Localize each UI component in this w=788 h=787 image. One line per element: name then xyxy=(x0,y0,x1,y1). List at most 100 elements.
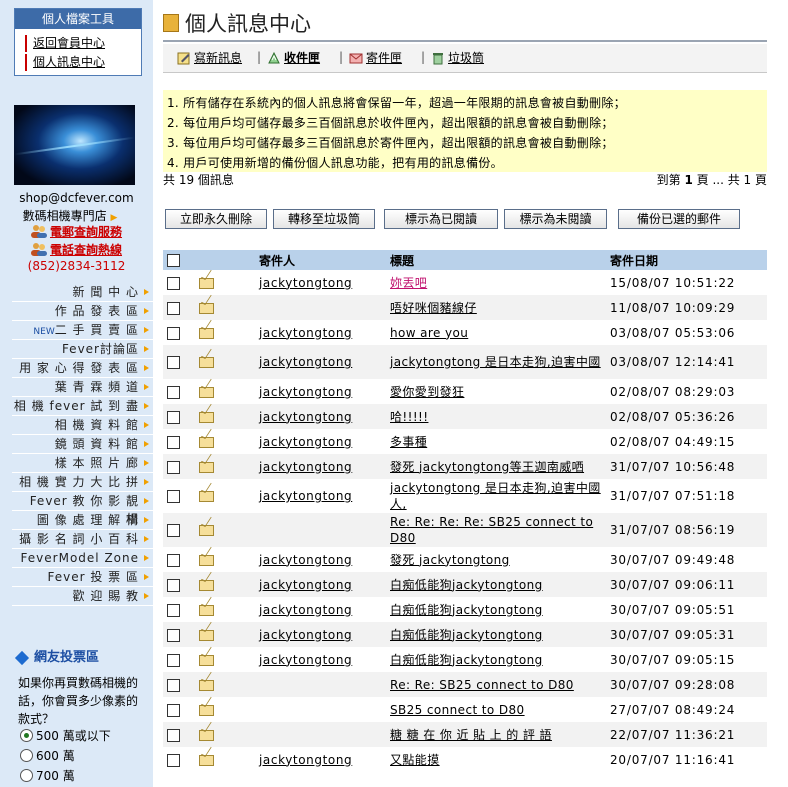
sidebar-item-user-reviews[interactable]: 用 家 心 得 發 表 區 xyxy=(12,359,153,378)
table-row[interactable]: jackytongtong 白痴低能狗jackytongtong 30/07/07 … xyxy=(163,572,767,597)
column-header-subject[interactable]: 標題 xyxy=(390,250,610,270)
column-header-date[interactable]: 寄件日期 xyxy=(610,250,767,270)
subject-link[interactable]: 白痴低能狗jackytongtong xyxy=(390,577,605,593)
sender-link[interactable]: jackytongtong xyxy=(259,385,352,399)
sender-link[interactable]: jackytongtong xyxy=(259,653,352,667)
table-row[interactable]: jackytongtong 妳丟吧 15/08/07 10:51:22 xyxy=(163,270,767,295)
row-checkbox[interactable] xyxy=(167,356,180,369)
phone-service-link[interactable]: 電話查詢熱線 xyxy=(50,241,122,258)
table-row[interactable]: jackytongtong 又點能摸 20/07/07 11:16:41 xyxy=(163,747,767,772)
backup-selected-button[interactable]: 備份已選的郵件 xyxy=(618,209,740,229)
table-row[interactable]: jackytongtong 哈!!!!! 02/08/07 05:36:26 xyxy=(163,404,767,429)
subject-link[interactable]: 白痴低能狗jackytongtong xyxy=(390,652,605,668)
row-checkbox[interactable] xyxy=(167,490,180,503)
table-row[interactable]: jackytongtong 發死 jackytongtong等王迦南威哂 31/07… xyxy=(163,454,767,479)
row-checkbox[interactable] xyxy=(167,728,180,742)
sidebar-item-image-processing[interactable]: 圖 像 處 理 解 構 xyxy=(12,511,153,530)
subject-link[interactable]: how are you xyxy=(390,325,605,341)
subject-link[interactable]: 妳丟吧 xyxy=(390,275,605,291)
tab-compose[interactable]: 寫新訊息 xyxy=(177,49,242,67)
table-row[interactable]: jackytongtong jackytongtong 是日本走狗,迫害中國 03/… xyxy=(163,345,767,379)
mark-read-button[interactable]: 標示為已閱讀 xyxy=(384,209,498,229)
subject-link[interactable]: SB25 connect to D80 xyxy=(390,702,605,718)
back-to-member-center-link[interactable]: 返回會員中心 xyxy=(25,35,141,52)
row-checkbox[interactable] xyxy=(167,326,180,340)
sidebar-item-lens-db[interactable]: 鏡 頭 資 料 館 xyxy=(12,435,153,454)
table-row[interactable]: jackytongtong 白痴低能狗jackytongtong 30/07/07 … xyxy=(163,622,767,647)
table-row[interactable]: jackytongtong 愛你愛到發狂 02/08/07 08:29:03 xyxy=(163,379,767,404)
subject-link[interactable]: Re: Re: SB25 connect to D80 xyxy=(390,677,605,693)
sidebar-item-glossary[interactable]: 攝 影 名 詞 小 百 科 xyxy=(12,530,153,549)
sender-link[interactable]: jackytongtong xyxy=(259,460,352,474)
row-checkbox[interactable] xyxy=(167,553,180,567)
sidebar-item-model-zone[interactable]: FeverModel Zone xyxy=(12,549,153,568)
mark-unread-button[interactable]: 標示為未閱讀 xyxy=(504,209,607,229)
email-service-link[interactable]: 電郵查詢服務 xyxy=(50,223,122,240)
sender-link[interactable]: jackytongtong xyxy=(259,603,352,617)
sidebar-item-comparison[interactable]: 相 機 實 力 大 比 拼 xyxy=(12,473,153,492)
sender-link[interactable]: jackytongtong xyxy=(259,326,352,340)
sender-link[interactable]: jackytongtong xyxy=(259,355,352,369)
table-row[interactable]: jackytongtong how are you 03/08/07 05:53:0… xyxy=(163,320,767,345)
tab-trash[interactable]: 垃圾筒 xyxy=(431,49,484,67)
subject-link[interactable]: 白痴低能狗jackytongtong xyxy=(390,627,605,643)
row-checkbox[interactable] xyxy=(167,653,180,667)
sender-link[interactable]: jackytongtong xyxy=(259,410,352,424)
sidebar-item-feedback[interactable]: 歡 迎 賜 教 xyxy=(12,587,153,606)
table-row[interactable]: jackytongtong 白痴低能狗jackytongtong 30/07/07 … xyxy=(163,597,767,622)
row-checkbox[interactable] xyxy=(167,578,180,592)
sidebar-item-forum[interactable]: Fever討論區 xyxy=(12,340,153,359)
sidebar-item-marketplace[interactable]: NEW二 手 買 賣 區 xyxy=(12,321,153,340)
table-row[interactable]: SB25 connect to D80 27/07/07 08:49:24 xyxy=(163,697,767,722)
sender-link[interactable]: jackytongtong xyxy=(259,489,352,503)
sidebar-item-tutorials[interactable]: Fever 教 你 影 靚 相 xyxy=(12,492,153,526)
poll-option-2[interactable]: 600 萬 xyxy=(20,748,75,764)
sender-link[interactable]: jackytongtong xyxy=(259,753,352,767)
subject-link[interactable]: jackytongtong 是日本走狗,迫害中國人, xyxy=(390,480,605,512)
subject-link[interactable]: 白痴低能狗jackytongtong xyxy=(390,602,605,618)
table-row[interactable]: 唔好咪個豬線仔 11/08/07 10:09:29 xyxy=(163,295,767,320)
sidebar-item-news[interactable]: 新 聞 中 心 xyxy=(12,283,153,302)
subject-link[interactable]: 糖 糖 在 你 近 貼 上 的 評 語 xyxy=(390,727,605,743)
subject-link[interactable]: 發死 jackytongtong等王迦南威哂 xyxy=(390,459,605,475)
subject-link[interactable]: 唔好咪個豬線仔 xyxy=(390,300,605,316)
row-checkbox[interactable] xyxy=(167,301,180,315)
radio-selected-icon[interactable] xyxy=(20,729,33,742)
row-checkbox[interactable] xyxy=(167,276,180,290)
row-checkbox[interactable] xyxy=(167,628,180,642)
subject-link[interactable]: 又點能摸 xyxy=(390,752,605,768)
row-checkbox[interactable] xyxy=(167,435,180,449)
sidebar-item-camera-db[interactable]: 相 機 資 料 館 xyxy=(12,416,153,435)
row-checkbox[interactable] xyxy=(167,524,180,537)
sidebar-item-vote[interactable]: Fever 投 票 區 xyxy=(12,568,153,587)
delete-permanently-button[interactable]: 立即永久刪除 xyxy=(165,209,267,229)
sender-link[interactable]: jackytongtong xyxy=(259,553,352,567)
sender-link[interactable]: jackytongtong xyxy=(259,276,352,290)
subject-link[interactable]: 多事種 xyxy=(390,434,605,450)
current-page[interactable]: 1 xyxy=(684,173,692,187)
row-checkbox[interactable] xyxy=(167,703,180,717)
sender-link[interactable]: jackytongtong xyxy=(259,435,352,449)
row-checkbox[interactable] xyxy=(167,385,180,399)
poll-option-3[interactable]: 700 萬 xyxy=(20,768,75,784)
message-center-link[interactable]: 個人訊息中心 xyxy=(25,54,141,71)
poll-option-1[interactable]: 500 萬或以下 xyxy=(20,728,111,744)
sender-link[interactable]: jackytongtong xyxy=(259,628,352,642)
subject-link[interactable]: 哈!!!!! xyxy=(390,409,605,425)
sidebar-item-camera-test[interactable]: 相 機 fever 試 到 盡 xyxy=(12,397,153,416)
subject-link[interactable]: jackytongtong 是日本走狗,迫害中國 xyxy=(390,354,605,370)
column-header-sender[interactable]: 寄件人 xyxy=(259,250,390,270)
row-checkbox[interactable] xyxy=(167,753,180,767)
table-row[interactable]: 糖 糖 在 你 近 貼 上 的 評 語 22/07/07 11:36:21 xyxy=(163,722,767,747)
shop-email[interactable]: shop@dcfever.com xyxy=(0,191,153,205)
sidebar-item-sample-gallery[interactable]: 樣 本 照 片 廊 xyxy=(12,454,153,473)
tab-inbox[interactable]: 收件匣 xyxy=(267,49,320,67)
table-row[interactable]: Re: Re: Re: Re: SB25 connect to D80 31/07… xyxy=(163,513,767,547)
table-row[interactable]: jackytongtong 白痴低能狗jackytongtong 30/07/07 … xyxy=(163,647,767,672)
subject-link[interactable]: 發死 jackytongtong xyxy=(390,552,605,568)
sidebar-item-channel[interactable]: 葉 青 霖 頻 道 xyxy=(12,378,153,397)
table-row[interactable]: Re: Re: SB25 connect to D80 30/07/07 09:2… xyxy=(163,672,767,697)
sender-link[interactable]: jackytongtong xyxy=(259,578,352,592)
sidebar-item-gallery[interactable]: 作 品 發 表 區 xyxy=(12,302,153,321)
table-row[interactable]: jackytongtong 發死 jackytongtong 30/07/07 09… xyxy=(163,547,767,572)
